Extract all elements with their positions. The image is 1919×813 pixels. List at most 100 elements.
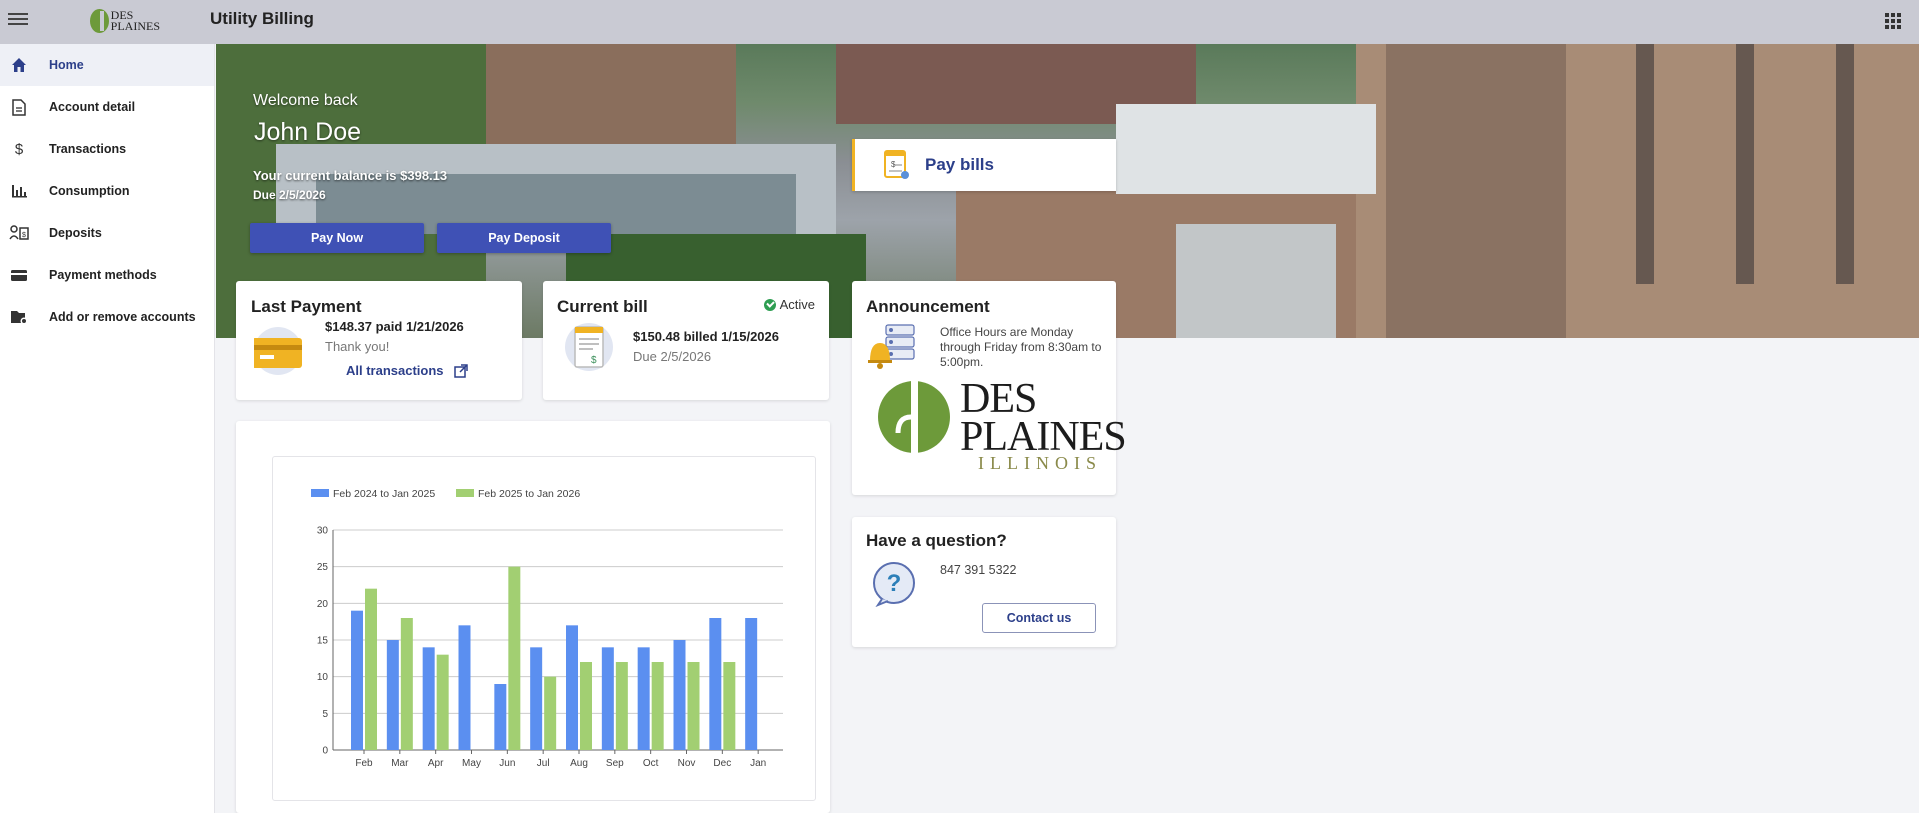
y-tick-label: 20 <box>317 599 329 610</box>
announcement-title: Announcement <box>866 297 990 316</box>
x-tick-label: Jun <box>499 758 515 769</box>
sidebar-item-transactions[interactable]: $ Transactions <box>0 128 214 170</box>
pay-bills-label: Pay bills <box>925 155 994 174</box>
contact-us-button[interactable]: Contact us <box>982 603 1096 633</box>
current-balance: Your current balance is $398.13 <box>253 168 448 183</box>
folder-settings-icon <box>8 307 30 327</box>
sidebar-item-label: Consumption <box>49 184 130 198</box>
y-tick-label: 5 <box>322 709 328 720</box>
status-badge: Active <box>763 297 815 312</box>
current-bill-amount: $150.48 billed 1/15/2026 <box>633 329 779 344</box>
svg-text:?: ? <box>887 570 902 597</box>
legend-label: Feb 2025 to Jan 2026 <box>478 488 580 500</box>
deposits-icon: $ <box>8 223 30 243</box>
consumption-chart-card: Feb 2024 to Jan 2025 Feb 2025 to Jan 2026… <box>236 421 830 813</box>
current-bill-title: Current bill <box>557 297 648 316</box>
all-transactions-link[interactable]: All transactions <box>346 363 468 378</box>
announcement-text: Office Hours are Monday through Friday f… <box>940 325 1102 369</box>
bill-document-icon: $ <box>565 323 613 371</box>
bill-icon: $ <box>883 149 911 181</box>
sidebar-item-label: Transactions <box>49 142 127 156</box>
x-tick-label: Feb <box>355 758 373 769</box>
sidebar-item-label: Add or remove accounts <box>49 310 196 324</box>
sidebar-item-label: Deposits <box>49 226 102 240</box>
announcement-card: Announcement Office Hours are Monday thr… <box>852 281 1127 495</box>
chart-bar <box>566 625 578 750</box>
chart-bar <box>400 618 413 750</box>
last-payment-card: Last Payment $148.37 paid 1/21/2026 Than… <box>236 281 522 400</box>
x-tick-label: Nov <box>678 758 696 769</box>
x-tick-label: Apr <box>428 758 444 769</box>
des-plaines-logo[interactable]: DES PLAINES <box>90 6 160 36</box>
check-circle-icon <box>763 298 776 311</box>
chart-bar <box>637 647 650 750</box>
y-tick-label: 15 <box>317 636 329 647</box>
chart-bar <box>673 640 686 750</box>
x-tick-label: Mar <box>391 758 409 769</box>
chart-bar <box>615 662 628 750</box>
logo-text-line2: PLAINES <box>110 19 160 33</box>
top-bar: DES PLAINES Utility Billing <box>0 0 1919 44</box>
des-plaines-illinois-logo: DES PLAINES ILLINOIS <box>878 376 1127 487</box>
legend-swatch <box>456 489 474 497</box>
pay-bills-button[interactable]: $ Pay bills <box>852 139 1116 191</box>
sidebar-item-label: Home <box>49 58 84 72</box>
chart-bar <box>436 654 449 750</box>
x-tick-label: Dec <box>713 758 731 769</box>
balance-due-date: Due 2/5/2026 <box>253 188 326 202</box>
chart-bar <box>422 647 435 750</box>
chart-bar <box>458 625 471 750</box>
app-title: Utility Billing <box>210 9 314 28</box>
chart-bar <box>508 566 521 750</box>
apps-grid-icon[interactable] <box>1885 13 1901 29</box>
pay-now-button[interactable]: Pay Now <box>250 223 424 253</box>
credit-card-icon <box>8 265 30 285</box>
y-tick-label: 30 <box>317 526 329 537</box>
pay-deposit-button[interactable]: Pay Deposit <box>437 223 611 253</box>
chart-bar <box>745 618 758 750</box>
sidebar-item-account-detail[interactable]: Account detail <box>0 86 214 128</box>
x-tick-label: Oct <box>643 758 659 769</box>
chart-bar <box>651 662 664 750</box>
chart-bar <box>687 662 700 750</box>
logo-mark-icon <box>90 9 109 33</box>
logo-illinois-text: ILLINOIS <box>978 453 1102 473</box>
bar-chart-icon <box>8 181 30 201</box>
sidebar-item-add-remove-accounts[interactable]: Add or remove accounts <box>0 296 214 338</box>
user-name: John Doe <box>254 118 362 146</box>
x-tick-label: Aug <box>570 758 588 769</box>
sidebar-item-deposits[interactable]: $ Deposits <box>0 212 214 254</box>
chart-bar <box>351 610 363 750</box>
status-text: Active <box>779 297 815 312</box>
current-bill-card: Current bill Active $ $150.48 billed 1/1… <box>543 281 829 400</box>
phone-number: 847 391 5322 <box>940 563 1017 577</box>
chart-bar <box>601 647 614 750</box>
y-tick-label: 25 <box>317 562 329 573</box>
chart-bar <box>530 647 543 750</box>
sidebar-item-consumption[interactable]: Consumption <box>0 170 214 212</box>
chart-container: Feb 2024 to Jan 2025 Feb 2025 to Jan 2026… <box>272 456 816 801</box>
consumption-bar-chart: Feb 2024 to Jan 2025 Feb 2025 to Jan 2026… <box>311 488 783 769</box>
legend-label: Feb 2024 to Jan 2025 <box>333 488 435 500</box>
sidebar: Home Account detail $ Transactions Consu… <box>0 44 215 813</box>
chart-bar <box>723 662 736 750</box>
chart-bar <box>365 588 377 750</box>
sidebar-item-label: Payment methods <box>49 268 157 282</box>
question-card: Have a question? ? 847 391 5322 Contact … <box>852 517 1116 647</box>
last-payment-amount: $148.37 paid 1/21/2026 <box>325 319 464 334</box>
document-icon <box>8 97 30 117</box>
dollar-icon: $ <box>14 140 24 158</box>
last-payment-title: Last Payment <box>251 297 362 316</box>
chart-bar <box>709 618 722 750</box>
payment-card-icon <box>252 327 302 375</box>
chart-bar <box>580 662 592 750</box>
bell-notification-icon <box>866 323 918 371</box>
question-bubble-icon: ? <box>872 561 916 608</box>
y-tick-label: 0 <box>322 746 328 757</box>
sidebar-item-home[interactable]: Home <box>0 44 214 86</box>
y-tick-label: 10 <box>317 672 329 683</box>
question-title: Have a question? <box>866 531 1007 550</box>
menu-icon[interactable] <box>8 10 28 30</box>
sidebar-item-payment-methods[interactable]: Payment methods <box>0 254 214 296</box>
chart-bar <box>544 676 557 750</box>
